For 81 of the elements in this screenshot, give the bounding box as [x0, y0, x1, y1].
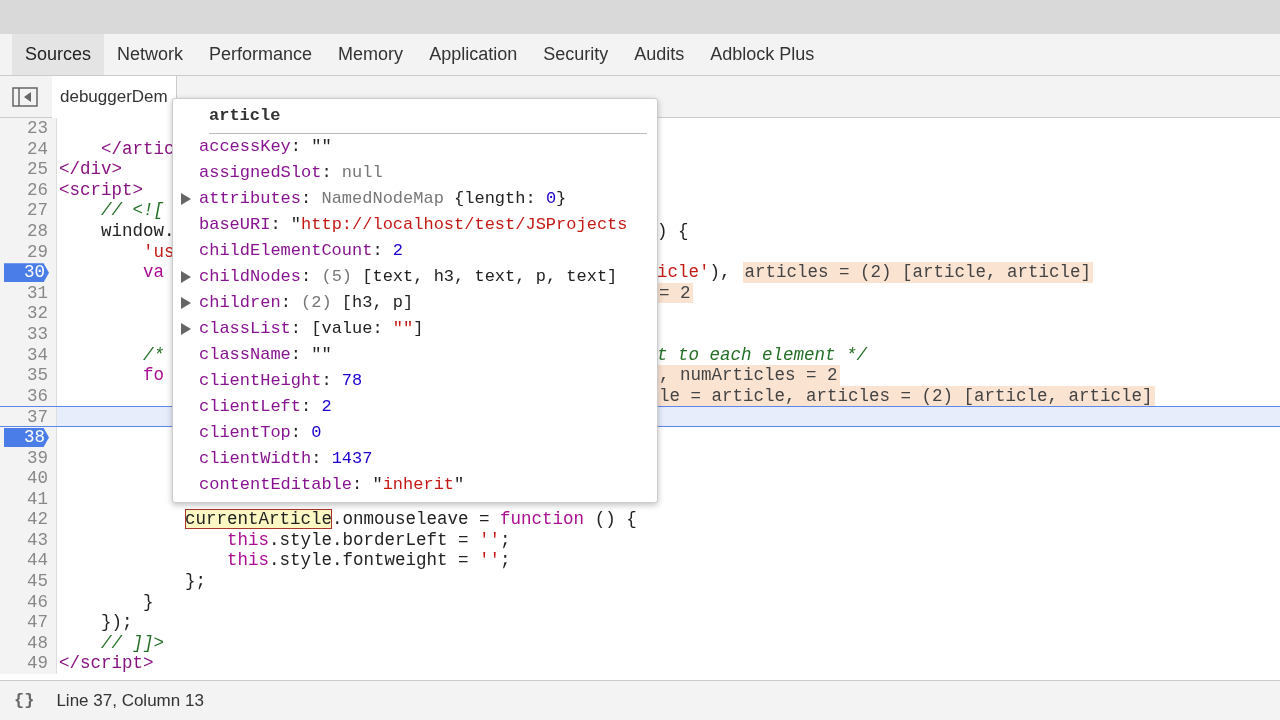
expand-triangle-icon[interactable] — [181, 192, 191, 205]
panel-tab[interactable]: Memory — [325, 34, 417, 75]
property-text: childNodes: (5) [text, h3, text, p, text] — [199, 265, 618, 288]
property-text: clientHeight: 78 — [199, 369, 363, 392]
line-number: 37 — [27, 407, 48, 428]
property-text: children: (2) [h3, p] — [199, 291, 414, 314]
file-tab[interactable]: debuggerDem — [52, 75, 177, 118]
expand-triangle-icon[interactable] — [181, 322, 191, 335]
sidebar-toggle-icon[interactable] — [12, 86, 38, 107]
expand-triangle-icon[interactable] — [181, 270, 191, 283]
code-text: ) { — [657, 220, 689, 242]
property-text: assignedSlot: null — [199, 161, 383, 184]
code-text: /* — [142, 344, 166, 366]
code-text: <script> — [58, 179, 143, 201]
property-text: clientLeft: 2 — [199, 395, 332, 418]
code-text: t to each element */ — [657, 344, 868, 366]
property-text: classList: [value: ""] — [199, 317, 424, 340]
line-number: 46 — [27, 591, 48, 612]
line-number: 40 — [27, 468, 48, 489]
line-number: 42 — [27, 509, 48, 530]
breakpoint-marker[interactable]: 30 — [4, 263, 49, 283]
panel-tab[interactable]: Network — [104, 34, 197, 75]
line-number: 47 — [27, 612, 48, 633]
property-text: contentEditable: "inherit" — [199, 473, 465, 496]
line-number: 27 — [27, 200, 48, 221]
line-number: 24 — [27, 138, 48, 159]
code-text: </script> — [58, 653, 154, 675]
inline-value: = 2 — [657, 282, 693, 304]
panel-tab[interactable]: Audits — [621, 34, 698, 75]
line-number: 25 — [27, 159, 48, 180]
code-text: </artic — [100, 138, 175, 160]
line-number: 26 — [27, 179, 48, 200]
panel-tab[interactable]: Performance — [196, 34, 326, 75]
panel-tab[interactable]: Security — [530, 34, 622, 75]
format-button[interactable]: {} — [14, 687, 35, 714]
expand-triangle-icon[interactable] — [181, 296, 191, 309]
line-number: 35 — [27, 365, 48, 386]
line-number: 36 — [27, 385, 48, 406]
code-text: va — [142, 262, 166, 283]
code-text: // <![ — [100, 200, 165, 221]
property-text: clientTop: 0 — [199, 421, 322, 444]
code-text: this.style.borderLeft = ''; — [226, 529, 511, 551]
line-number: 48 — [27, 632, 48, 653]
line-number: 43 — [27, 529, 48, 550]
line-number: 39 — [27, 447, 48, 468]
property-text: accessKey: "" — [199, 135, 332, 158]
line-number: 33 — [27, 323, 48, 344]
line-number: 32 — [27, 303, 48, 324]
line-number: 28 — [27, 220, 48, 241]
popover-title: article — [209, 99, 647, 134]
code-text: // ]]> — [100, 632, 165, 654]
line-number: 41 — [27, 488, 48, 509]
line-number: 34 — [27, 344, 48, 365]
property-text: attributes: NamedNodeMap {length: 0} — [199, 187, 567, 210]
line-number: 44 — [27, 550, 48, 571]
code-text: </div> — [58, 159, 122, 180]
code-text: currentArticle.onmouseleave = function () { — [184, 509, 637, 530]
property-text: className: "" — [199, 343, 332, 366]
code-text: icle'), — [657, 262, 731, 283]
breakpoint-marker[interactable]: 38 — [4, 427, 49, 447]
panel-tab[interactable]: Sources — [12, 34, 105, 75]
code-text: window. — [100, 220, 170, 242]
panel-tab[interactable]: Application — [416, 34, 531, 75]
inline-value: le = article, articles = (2) [article, article] — [657, 385, 1155, 407]
line-number: 45 — [27, 571, 48, 592]
line-number: 31 — [27, 282, 48, 303]
line-number: 23 — [27, 118, 48, 138]
panel-tab[interactable]: Adblock Plus — [697, 34, 828, 75]
inline-value: , numArticles = 2 — [657, 365, 840, 386]
line-number: 49 — [27, 653, 48, 674]
property-text: clientWidth: 1437 — [199, 447, 373, 470]
line-number: 29 — [27, 241, 48, 262]
code-text: this.style.fontweight = ''; — [226, 550, 511, 572]
inline-value: articles = (2) [article, article] — [742, 262, 1094, 283]
cursor-position: Line 37, Column 13 — [56, 689, 204, 712]
code-text: }; — [184, 571, 207, 592]
property-text: childElementCount: 2 — [199, 239, 404, 262]
code-text: } — [142, 591, 154, 613]
property-text: baseURI: "http://localhost/test/JSProjects — [199, 213, 628, 236]
code-text: }); — [100, 612, 133, 633]
code-text: fo — [142, 365, 166, 386]
